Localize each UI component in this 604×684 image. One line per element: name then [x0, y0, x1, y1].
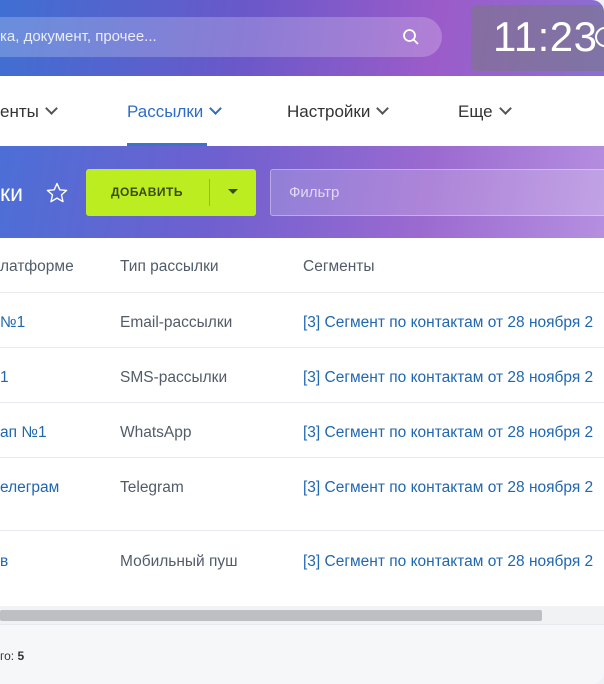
table-row[interactable]: №1 Email-рассылки [3] Сегмент по контакт… [0, 293, 604, 348]
horizontal-scrollbar[interactable] [0, 606, 604, 624]
segment-link[interactable]: [3] Сегмент по контактам от 28 ноября 2 [303, 479, 593, 497]
nav-item-settings[interactable]: Настройки [287, 102, 390, 122]
chevron-down-icon [498, 102, 512, 115]
add-button-label: ДОБАВИТЬ [111, 185, 183, 199]
main-nav: енты Рассылки Настройки Еще [0, 76, 604, 146]
table-row[interactable]: в Мобильный пуш [3] Сегмент по контактам… [0, 531, 604, 605]
mailing-name-link[interactable]: в [0, 553, 8, 571]
column-header[interactable]: Сегменты [303, 258, 375, 276]
mailing-name-link[interactable]: №1 [0, 314, 25, 332]
segment-link[interactable]: [3] Сегмент по контактам от 28 ноября 2 [303, 424, 593, 442]
filter-placeholder: Фильтр [289, 184, 340, 201]
segment-link[interactable]: [3] Сегмент по контактам от 28 ноября 2 [303, 553, 593, 571]
add-button[interactable]: ДОБАВИТЬ [86, 169, 256, 216]
mailing-type: WhatsApp [120, 424, 192, 441]
nav-item-label: Настройки [287, 102, 371, 121]
global-search-input[interactable]: ка, документ, прочее... [0, 17, 442, 57]
page-toolbar: ки ДОБАВИТЬ Фильтр [0, 146, 604, 238]
mailing-type: Email-рассылки [120, 314, 233, 331]
chevron-down-icon [44, 102, 58, 115]
button-divider [209, 179, 210, 206]
top-header: ка, документ, прочее... 11:23 [0, 0, 604, 76]
segment-link[interactable]: [3] Сегмент по контактам от 28 ноября 2 [303, 314, 593, 332]
chevron-down-icon [209, 102, 223, 115]
total-label: го: [0, 649, 15, 663]
filter-input[interactable]: Фильтр [270, 169, 604, 216]
clock-widget[interactable]: 11:23 [471, 5, 604, 71]
mailings-table: латформе Тип рассылки Сегменты №1 Email-… [0, 238, 604, 606]
table-footer: го: 5 [0, 624, 604, 684]
segment-link[interactable]: [3] Сегмент по контактам от 28 ноября 2 [303, 369, 593, 387]
mailing-name-link[interactable]: 1 [0, 369, 9, 387]
scrollbar-thumb[interactable] [0, 610, 542, 621]
table-row[interactable]: ап №1 WhatsApp [3] Сегмент по контактам … [0, 403, 604, 458]
nav-item-label: Рассылки [127, 102, 204, 121]
column-header[interactable]: Тип рассылки [120, 258, 219, 276]
table-row[interactable]: елеграм Telegram [3] Сегмент по контакта… [0, 458, 604, 531]
mailing-name-link[interactable]: ап №1 [0, 424, 47, 442]
mailing-name-link[interactable]: елеграм [0, 479, 59, 497]
nav-item-label: енты [0, 102, 39, 121]
search-icon[interactable] [402, 28, 420, 46]
page-title: ки [0, 180, 23, 206]
table-header-row: латформе Тип рассылки Сегменты [0, 238, 604, 293]
chevron-down-icon [376, 102, 390, 115]
nav-item-segments[interactable]: енты [0, 102, 58, 122]
column-header[interactable]: латформе [0, 258, 74, 276]
mailing-type: Telegram [120, 479, 184, 496]
mailing-type: SMS-рассылки [120, 369, 228, 386]
star-icon[interactable] [45, 181, 69, 205]
nav-item-more[interactable]: Еще [458, 102, 512, 122]
total-count: го: 5 [0, 649, 24, 663]
table-row[interactable]: 1 SMS-рассылки [3] Сегмент по контактам … [0, 348, 604, 403]
nav-item-mailings[interactable]: Рассылки [127, 102, 223, 122]
total-value: 5 [17, 649, 25, 663]
search-placeholder: ка, документ, прочее... [0, 28, 157, 45]
caret-down-icon[interactable] [228, 189, 238, 194]
crm-window: ка, документ, прочее... 11:23 енты Рассы… [0, 0, 604, 684]
mailing-type: Мобильный пуш [120, 553, 238, 570]
nav-item-label: Еще [458, 102, 493, 121]
clock-time: 11:23 [493, 13, 598, 60]
